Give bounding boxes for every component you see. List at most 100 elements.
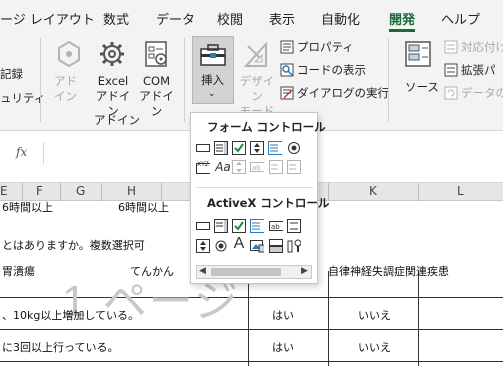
- source-label: ソース: [405, 80, 439, 94]
- cell-yes[interactable]: はい: [272, 307, 294, 323]
- cell-e-r1[interactable]: 6時間以上: [2, 199, 53, 215]
- group-separator: [184, 38, 185, 122]
- activex-controls-title: ActiveX コントロール: [207, 196, 330, 210]
- cell-three-times[interactable]: に3回以上行っている。: [2, 339, 118, 355]
- insert-label: 挿入: [201, 73, 224, 87]
- column-border: [418, 271, 419, 366]
- combo-list-edit-icon[interactable]: [269, 160, 283, 174]
- refresh-data-icon: [444, 85, 458, 104]
- map-properties-button[interactable]: 対応付け: [444, 38, 503, 56]
- cell-no[interactable]: いいえ: [358, 339, 391, 355]
- activex-spin-button-icon[interactable]: [196, 239, 210, 253]
- expansion-packs-icon: [444, 62, 458, 81]
- cell-no[interactable]: いいえ: [358, 307, 391, 323]
- insert-controls-dropdown: フォーム コントロール XYZ Aa ab ActiveX コントロール ab …: [190, 112, 329, 284]
- scroll-thumb[interactable]: [211, 268, 281, 276]
- combo-box-icon[interactable]: [214, 141, 228, 155]
- expansion-packs-label: 拡張パ: [461, 63, 496, 77]
- scroll-right-icon[interactable]: ▶: [301, 266, 308, 276]
- hexagon-addins-icon: [56, 40, 82, 72]
- activex-combo-box-icon[interactable]: [214, 219, 228, 233]
- text-field-icon[interactable]: ab: [250, 160, 264, 174]
- combo-dropdown-edit-icon[interactable]: [287, 160, 301, 174]
- label-control-icon[interactable]: Aa: [214, 160, 232, 174]
- spin-button-icon[interactable]: [250, 141, 264, 155]
- record-macro-label[interactable]: 記録: [0, 66, 23, 82]
- activex-scroll-bar-icon[interactable]: [287, 219, 301, 233]
- cell-h-r1[interactable]: 6時間以上: [118, 199, 169, 215]
- tab-view[interactable]: 表示: [269, 9, 295, 28]
- fx-icon[interactable]: fx: [16, 145, 27, 159]
- svg-text:ab: ab: [252, 164, 261, 172]
- chevron-down-icon: ⌄: [208, 89, 216, 99]
- activex-list-box-icon[interactable]: [250, 219, 264, 233]
- activex-text-box-icon[interactable]: ab: [269, 219, 283, 233]
- column-header-h[interactable]: H: [127, 184, 136, 198]
- scroll-left-icon[interactable]: ◀: [199, 266, 206, 276]
- column-header-k[interactable]: K: [369, 184, 377, 198]
- cell-yes[interactable]: はい: [272, 339, 294, 355]
- row-border: [0, 361, 503, 362]
- run-dialog-label: ダイアログの実行: [297, 86, 389, 100]
- cell-question[interactable]: とはありますか。複数選択可: [2, 237, 145, 253]
- scroll-bar-icon[interactable]: [232, 160, 246, 174]
- checkbox-icon[interactable]: [232, 141, 246, 155]
- activex-checkbox-icon[interactable]: [232, 219, 246, 233]
- design-mode-button[interactable]: デザイン モード: [236, 40, 278, 118]
- toolbox-icon: [199, 43, 227, 71]
- xml-source-button[interactable]: ソース: [398, 40, 440, 108]
- run-dialog-icon: [280, 85, 294, 104]
- xml-source-icon: [404, 40, 432, 72]
- insert-controls-button[interactable]: 挿入 ⌄: [192, 36, 234, 104]
- view-code-button[interactable]: コードの表示: [280, 61, 380, 79]
- list-box-icon[interactable]: [268, 141, 282, 155]
- properties-icon: [280, 39, 294, 58]
- group-box-icon[interactable]: XYZ: [196, 160, 210, 174]
- run-dialog-button[interactable]: ダイアログの実行: [280, 84, 389, 104]
- row-border: [0, 329, 503, 330]
- cell-autonomic[interactable]: 自律神経失調症関連疾患: [328, 263, 449, 279]
- tab-review[interactable]: 校閲: [217, 9, 243, 28]
- tab-help[interactable]: ヘルプ: [441, 9, 480, 28]
- magnifier-code-icon: [280, 62, 294, 81]
- ruler-triangle-icon: [242, 40, 270, 72]
- column-border: [248, 271, 249, 366]
- button-control-icon[interactable]: [196, 141, 210, 155]
- activex-option-button-icon[interactable]: [214, 239, 228, 253]
- tab-formulas[interactable]: 数式: [103, 9, 129, 28]
- option-button-icon[interactable]: [287, 141, 301, 155]
- tab-data[interactable]: データ: [156, 9, 195, 28]
- activex-toggle-button-icon[interactable]: [269, 239, 283, 253]
- macro-security-label[interactable]: ュリティ: [0, 90, 45, 106]
- tab-automate[interactable]: 自動化: [321, 9, 360, 28]
- column-header-f[interactable]: F: [36, 184, 43, 198]
- excel-addins-button[interactable]: Excel アドイン: [92, 40, 132, 118]
- column-header-e[interactable]: E: [0, 184, 8, 198]
- svg-text:XYZ: XYZ: [197, 161, 209, 168]
- active-tab-indicator: [389, 29, 415, 32]
- activex-more-controls-icon[interactable]: [287, 239, 301, 253]
- properties-button[interactable]: プロパティ: [280, 38, 380, 56]
- column-header-l[interactable]: L: [457, 184, 464, 198]
- tab-developer[interactable]: 開発: [389, 9, 415, 28]
- expansion-packs-button[interactable]: 拡張パ: [444, 61, 503, 79]
- addins-button[interactable]: アド イン: [50, 40, 88, 108]
- activex-image-icon[interactable]: [250, 239, 264, 253]
- refresh-data-button[interactable]: データの: [444, 84, 503, 102]
- section-divider: [197, 187, 313, 188]
- header-divider: [101, 183, 102, 201]
- com-addins-button[interactable]: COM アドイン: [136, 40, 176, 118]
- column-header-g[interactable]: G: [76, 184, 85, 198]
- map-properties-icon: [444, 39, 458, 58]
- view-code-label: コードの表示: [297, 63, 366, 77]
- cell-ulcer[interactable]: 胃潰瘍: [2, 263, 35, 279]
- tab-page-layout[interactable]: ージ レイアウト: [0, 9, 95, 28]
- cell-weight-gain[interactable]: 、10kg以上増加している。: [2, 307, 139, 323]
- group-separator: [40, 38, 41, 122]
- properties-label: プロパティ: [297, 40, 354, 54]
- svg-text:ab: ab: [271, 223, 280, 231]
- activex-command-button-icon[interactable]: [196, 219, 210, 233]
- controls-scrollbar[interactable]: ◀ ▶: [196, 265, 312, 279]
- activex-label-icon[interactable]: A: [232, 235, 246, 252]
- column-border: [328, 271, 329, 366]
